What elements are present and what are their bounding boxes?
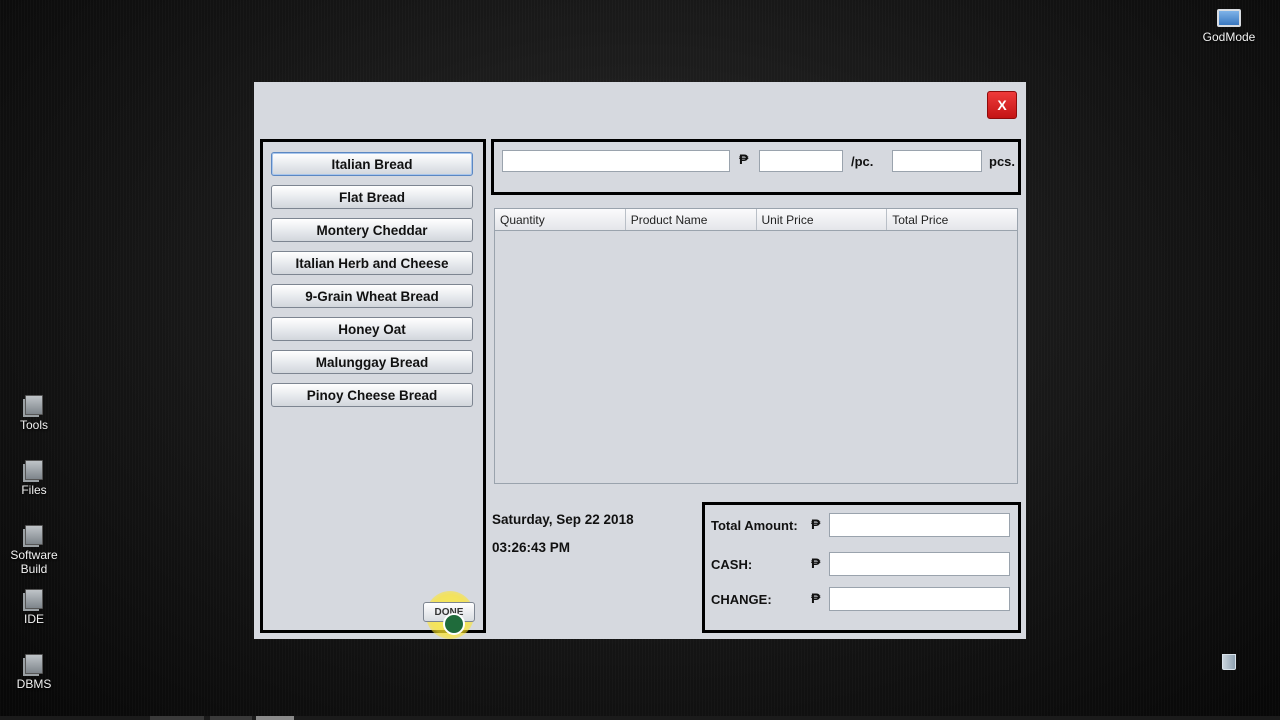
entry-panel: ₱ /pc. pcs. <box>491 139 1021 195</box>
desktop-icon-files[interactable]: Files <box>0 460 69 497</box>
date-label: Saturday, Sep 22 2018 <box>492 512 634 527</box>
desktop-icon-label: Software Build <box>10 548 58 576</box>
time-label: 03:26:43 PM <box>492 540 571 555</box>
currency-symbol: ₱ <box>739 151 749 167</box>
monitor-icon <box>1217 9 1241 27</box>
product-button-italian-bread[interactable]: Italian Bread <box>271 152 473 176</box>
product-button-italian-herb-and-cheese[interactable]: Italian Herb and Cheese <box>271 251 473 275</box>
order-table[interactable]: Quantity Product Name Unit Price Total P… <box>494 208 1018 484</box>
product-button-malunggay-bread[interactable]: Malunggay Bread <box>271 350 473 374</box>
product-button-honey-oat[interactable]: Honey Oat <box>271 317 473 341</box>
product-button-montery-cheddar[interactable]: Montery Cheddar <box>271 218 473 242</box>
currency-symbol: ₱ <box>811 590 821 606</box>
total-amount-label: Total Amount: <box>711 518 798 533</box>
product-button-pinoy-cheese-bread[interactable]: Pinoy Cheese Bread <box>271 383 473 407</box>
currency-symbol: ₱ <box>811 516 821 532</box>
taskbar-item[interactable] <box>210 716 252 720</box>
recycle-bin-icon <box>1222 654 1236 670</box>
close-button[interactable]: X <box>987 91 1017 119</box>
computer-icon <box>25 460 43 480</box>
table-header: Quantity Product Name Unit Price Total P… <box>495 209 1017 231</box>
computer-icon <box>25 395 43 415</box>
desktop-icon-godmode[interactable]: GodMode <box>1194 9 1264 44</box>
desktop-icon-label: IDE <box>23 612 44 626</box>
desktop-icon-recycle-bin[interactable] <box>1194 654 1264 673</box>
desktop-icon-ide[interactable]: IDE <box>0 589 69 626</box>
quantity-unit-label: pcs. <box>989 154 1016 169</box>
per-unit-label: /pc. <box>851 154 874 169</box>
product-panel: Italian Bread Flat Bread Montery Cheddar… <box>260 139 486 639</box>
computer-icon <box>25 525 43 545</box>
change-field[interactable] <box>829 587 1010 611</box>
cash-field[interactable] <box>829 552 1010 576</box>
product-button-flat-bread[interactable]: Flat Bread <box>271 185 473 209</box>
pos-window: X Italian Bread Flat Bread Montery Chedd… <box>254 82 1026 639</box>
desktop-icon-dbms[interactable]: DBMS <box>0 654 69 691</box>
currency-symbol: ₱ <box>811 555 821 571</box>
product-name-field[interactable] <box>502 150 730 172</box>
unit-price-field[interactable] <box>759 150 843 172</box>
taskbar-item[interactable] <box>150 716 204 720</box>
column-header-total-price[interactable]: Total Price <box>887 209 1017 230</box>
desktop-icon-label: DBMS <box>16 677 52 691</box>
desktop-icon-label: Files <box>21 483 47 497</box>
desktop-icon-label: GodMode <box>1202 30 1256 44</box>
totals-panel: Total Amount: ₱ CASH: ₱ CHANGE: ₱ <box>702 502 1021 633</box>
column-header-product-name[interactable]: Product Name <box>626 209 757 230</box>
taskbar-item-active[interactable] <box>256 716 294 720</box>
cash-label: CASH: <box>711 557 753 572</box>
quantity-field[interactable] <box>892 150 982 172</box>
desktop-icon-software-build[interactable]: Software Build <box>0 525 69 576</box>
change-label: CHANGE: <box>711 592 772 607</box>
product-button-9-grain-wheat-bread[interactable]: 9-Grain Wheat Bread <box>271 284 473 308</box>
desktop-icon-label: Tools <box>19 418 48 432</box>
desktop-icon-tools[interactable]: Tools <box>0 395 69 432</box>
total-amount-field[interactable] <box>829 513 1010 537</box>
computer-icon <box>25 589 43 609</box>
column-header-quantity[interactable]: Quantity <box>495 209 626 230</box>
done-button[interactable]: DONE <box>423 602 475 622</box>
column-header-unit-price[interactable]: Unit Price <box>757 209 888 230</box>
computer-icon <box>25 654 43 674</box>
